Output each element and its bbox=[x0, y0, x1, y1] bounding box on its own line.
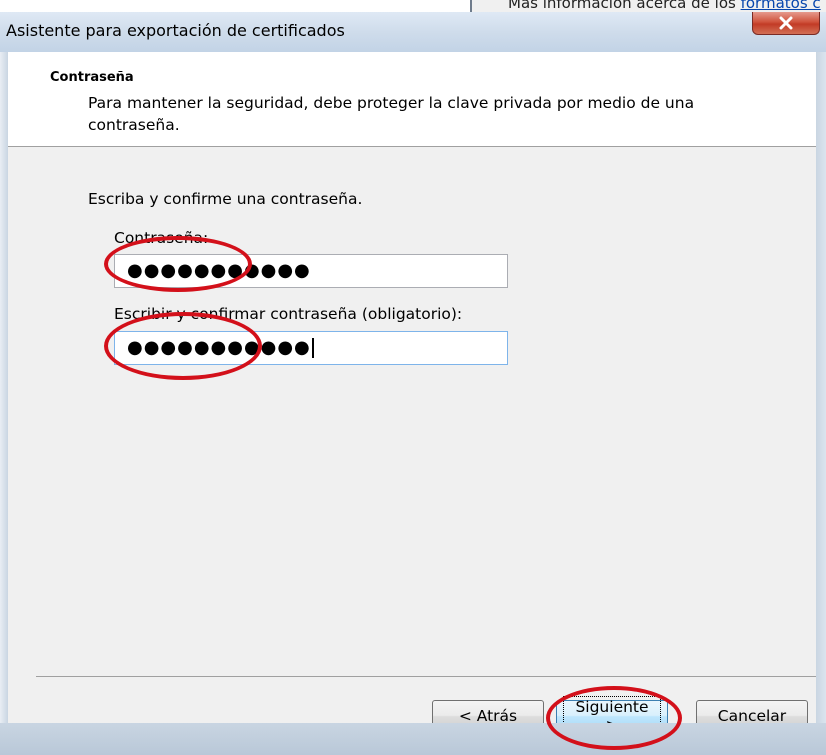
footer-divider bbox=[36, 676, 816, 677]
highlight-circle-password bbox=[104, 236, 252, 292]
window-bottom-border bbox=[0, 723, 826, 755]
text-caret bbox=[311, 338, 314, 358]
close-icon bbox=[779, 16, 793, 30]
dialog-body bbox=[8, 52, 816, 723]
window-right-border bbox=[816, 14, 826, 755]
header-description: Para mantener la seguridad, debe protege… bbox=[88, 94, 695, 134]
window-title: Asistente para exportación de certificad… bbox=[6, 21, 345, 40]
window-left-border bbox=[0, 14, 8, 755]
password-prompt: Escriba y confirme una contraseña. bbox=[88, 190, 363, 208]
highlight-circle-next-button bbox=[546, 686, 682, 750]
background-window-text: Más información acerca de los formatos c bbox=[508, 0, 821, 12]
background-info-link[interactable]: formatos c bbox=[741, 0, 821, 12]
background-info-text: Más información acerca de los bbox=[508, 0, 736, 12]
highlight-circle-confirm bbox=[104, 312, 262, 380]
close-button[interactable] bbox=[752, 12, 820, 35]
header-title: Contraseña bbox=[50, 70, 134, 85]
